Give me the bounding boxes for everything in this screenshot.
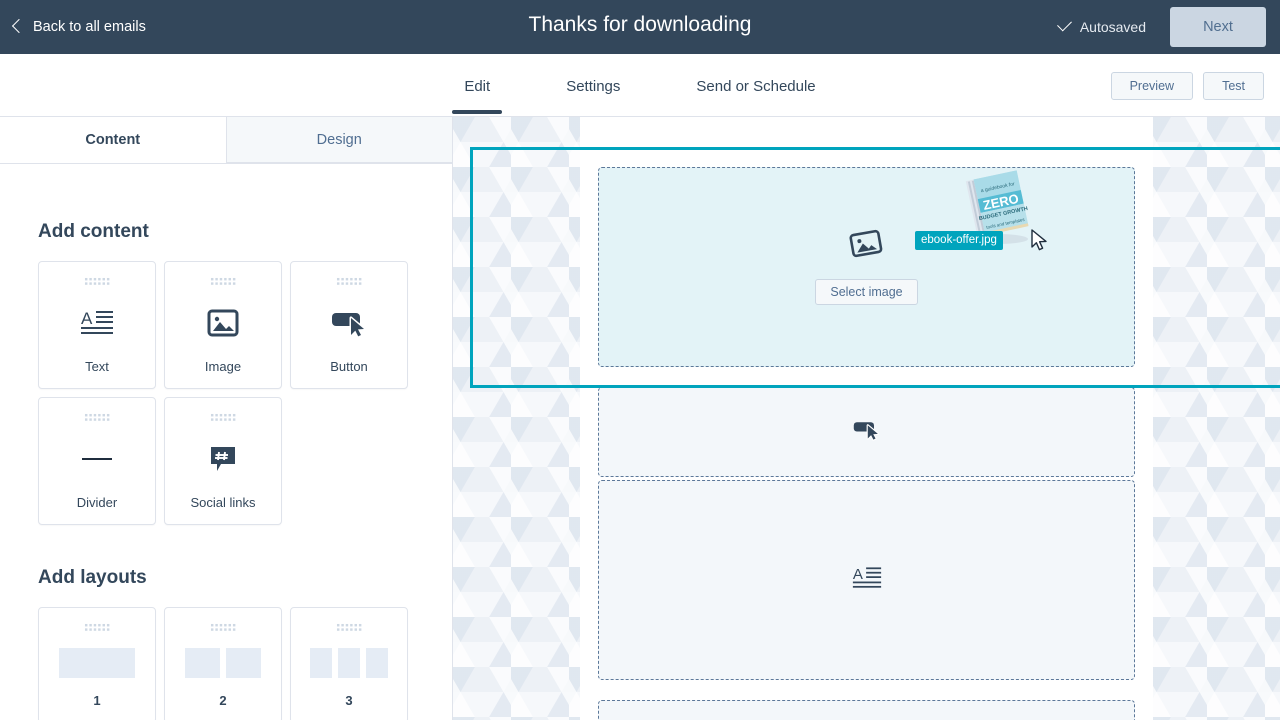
text-icon: A	[39, 286, 155, 359]
chevron-left-icon	[12, 19, 26, 33]
drag-file-label: ebook-offer.jpg	[915, 231, 1003, 250]
editor-nav-bar: Edit Settings Send or Schedule Preview T…	[0, 54, 1280, 117]
back-link-label: Back to all emails	[33, 19, 146, 35]
test-button[interactable]: Test	[1203, 72, 1264, 100]
drag-grip-icon[interactable]	[84, 623, 110, 632]
content-module-label: Divider	[77, 495, 117, 510]
drag-grip-icon[interactable]	[336, 277, 362, 286]
button-icon	[853, 418, 881, 447]
layout-preview-3-column	[291, 632, 407, 693]
top-bar-actions: Autosaved Next	[1058, 0, 1280, 54]
tab-settings[interactable]: Settings	[554, 58, 632, 114]
drag-grip-icon[interactable]	[336, 623, 362, 632]
drag-grip-icon[interactable]	[84, 413, 110, 422]
drop-zone-empty[interactable]	[598, 700, 1135, 720]
layout-grid: 1 2 3	[38, 607, 414, 720]
left-panel: Content Design Add content A T	[0, 117, 453, 720]
check-icon	[1057, 17, 1072, 32]
next-button[interactable]: Next	[1170, 7, 1266, 47]
content-module-label: Button	[330, 359, 368, 374]
divider-icon	[39, 422, 155, 495]
layout-label: 1	[93, 693, 100, 708]
layout-preview-2-column	[165, 632, 281, 693]
content-module-label: Text	[85, 359, 109, 374]
layout-label: 2	[219, 693, 226, 708]
panel-tab-content[interactable]: Content	[0, 117, 226, 163]
email-canvas[interactable]: Select image A	[453, 117, 1280, 720]
add-layouts-heading: Add layouts	[38, 567, 414, 589]
panel-tabs: Content Design	[0, 117, 452, 164]
drop-zone-text[interactable]: A	[598, 480, 1135, 680]
content-module-button[interactable]: Button	[290, 261, 408, 389]
text-icon: A	[852, 563, 882, 598]
layout-option-3[interactable]: 3	[290, 607, 408, 720]
panel-body: Add content A Text	[0, 221, 452, 720]
drag-grip-icon[interactable]	[210, 277, 236, 286]
drag-grip-icon[interactable]	[84, 277, 110, 286]
content-module-image[interactable]: Image	[164, 261, 282, 389]
content-module-grid: A Text	[38, 261, 414, 525]
image-icon	[165, 286, 281, 359]
svg-text:A: A	[81, 309, 93, 328]
content-module-text[interactable]: A Text	[38, 261, 156, 389]
back-to-all-emails-link[interactable]: Back to all emails	[14, 19, 146, 35]
layout-preview-1-column	[39, 632, 155, 693]
nav-actions: Preview Test	[1111, 54, 1264, 117]
drop-zone-image[interactable]: Select image	[598, 167, 1135, 367]
panel-tab-design[interactable]: Design	[226, 117, 453, 163]
autosaved-status: Autosaved	[1058, 19, 1146, 35]
autosaved-label: Autosaved	[1080, 19, 1146, 35]
content-module-social-links[interactable]: Social links	[164, 397, 282, 525]
layout-label: 3	[345, 693, 352, 708]
content-module-label: Social links	[190, 495, 255, 510]
editor-tabs: Edit Settings Send or Schedule	[0, 54, 1280, 117]
social-links-icon	[165, 422, 281, 495]
button-icon	[291, 286, 407, 359]
tab-edit[interactable]: Edit	[452, 58, 502, 114]
layout-option-1[interactable]: 1	[38, 607, 156, 720]
svg-text:A: A	[852, 565, 862, 582]
add-content-heading: Add content	[38, 221, 414, 243]
image-placeholder-icon	[849, 229, 883, 264]
drag-grip-icon[interactable]	[210, 413, 236, 422]
layout-option-2[interactable]: 2	[164, 607, 282, 720]
content-module-divider[interactable]: Divider	[38, 397, 156, 525]
select-image-button[interactable]: Select image	[815, 279, 917, 305]
tab-send-or-schedule[interactable]: Send or Schedule	[684, 58, 827, 114]
content-module-label: Image	[205, 359, 241, 374]
drag-grip-icon[interactable]	[210, 623, 236, 632]
drop-zone-button[interactable]	[598, 387, 1135, 477]
preview-button[interactable]: Preview	[1111, 72, 1193, 100]
top-bar: Back to all emails Thanks for downloadin…	[0, 0, 1280, 54]
